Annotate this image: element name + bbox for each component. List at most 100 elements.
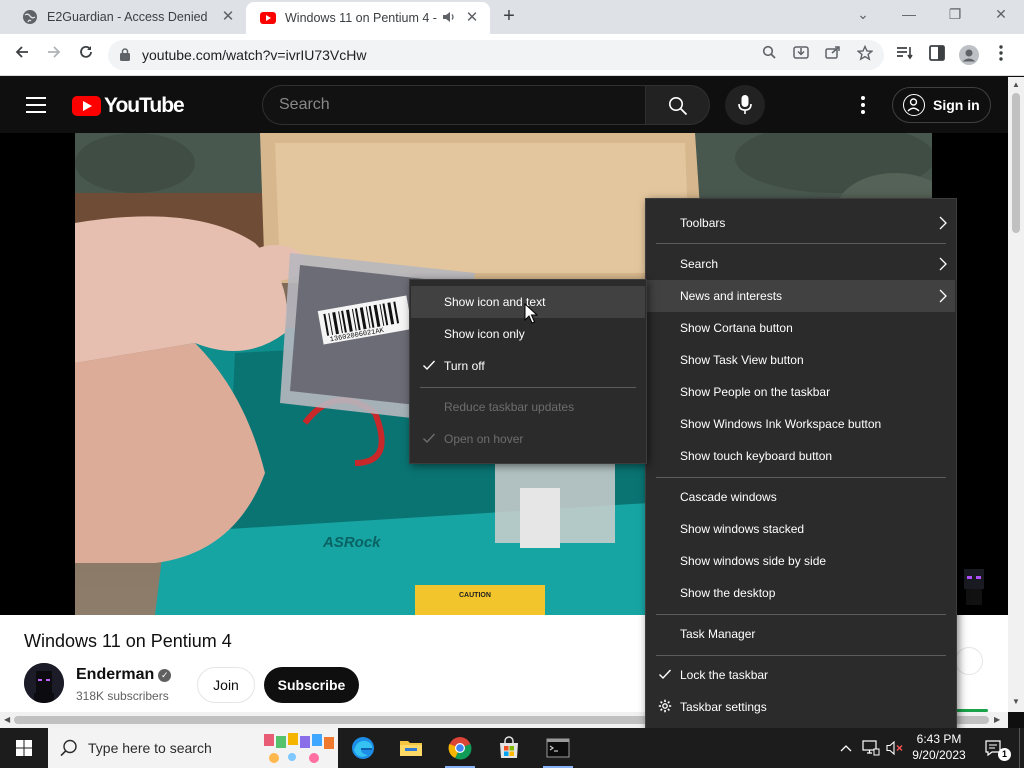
address-bar[interactable]: youtube.com/watch?v=ivrIU73VcHw: [108, 40, 884, 70]
menu-item-task-manager[interactable]: Task Manager: [647, 618, 955, 650]
network-icon[interactable]: [860, 728, 882, 768]
menu-item-show-cortana[interactable]: Show Cortana button: [647, 312, 955, 344]
zoom-search-icon[interactable]: [758, 45, 780, 65]
sign-in-label: Sign in: [933, 97, 980, 113]
menu-item-show-ink-workspace[interactable]: Show Windows Ink Workspace button: [647, 408, 955, 440]
submenu-item-reduce-taskbar-updates: Reduce taskbar updates: [411, 391, 645, 423]
close-tab-icon[interactable]: ✕: [464, 10, 480, 26]
channel-watermark[interactable]: [958, 563, 990, 607]
scroll-right-arrow-icon[interactable]: ▶: [994, 715, 1000, 724]
minimize-button[interactable]: —: [886, 0, 932, 30]
submenu-item-turn-off[interactable]: Turn off: [411, 350, 645, 382]
share-icon[interactable]: [822, 45, 844, 65]
back-button[interactable]: [9, 42, 35, 68]
video-title: Windows 11 on Pentium 4: [24, 631, 232, 651]
notification-badge: 1: [998, 748, 1011, 761]
clock-date: 9/20/2023: [912, 748, 966, 762]
taskbar-search-box[interactable]: Type here to search: [48, 728, 338, 768]
menu-item-show-people[interactable]: Show People on the taskbar: [647, 376, 955, 408]
menu-item-label: Taskbar settings: [680, 700, 767, 714]
youtube-search-button[interactable]: [646, 85, 710, 125]
reading-list-icon[interactable]: [894, 45, 916, 65]
youtube-search-input[interactable]: [262, 85, 646, 125]
menu-item-label: Turn off: [444, 359, 485, 373]
side-panel-icon[interactable]: [926, 45, 948, 65]
forward-button[interactable]: [41, 42, 67, 68]
menu-item-label: Reduce taskbar updates: [444, 400, 575, 414]
profile-avatar-icon[interactable]: [958, 45, 980, 65]
lock-icon[interactable]: [120, 48, 130, 66]
edge-icon[interactable]: [349, 734, 377, 762]
new-tab-button[interactable]: +: [498, 6, 520, 28]
tab-search-chevron-icon[interactable]: ⌄: [840, 0, 886, 30]
submenu-item-open-on-hover: Open on hover: [411, 423, 645, 455]
scroll-down-arrow-icon[interactable]: ▼: [1012, 697, 1020, 706]
browser-menu-icon[interactable]: [990, 45, 1012, 65]
menu-item-label: Show icon only: [444, 327, 525, 341]
close-window-button[interactable]: ✕: [978, 0, 1024, 30]
show-desktop-button[interactable]: [1019, 728, 1024, 768]
terminal-icon[interactable]: [544, 734, 572, 762]
clock-time: 6:43 PM: [916, 732, 962, 746]
audio-playing-icon[interactable]: [442, 11, 456, 26]
vertical-scrollbar[interactable]: ▲ ▼: [1008, 77, 1024, 712]
submenu-arrow-icon: [939, 289, 947, 303]
subscribe-button[interactable]: Subscribe: [264, 667, 359, 703]
menu-item-label: Lock the taskbar: [680, 668, 769, 682]
bookmark-star-icon[interactable]: [854, 44, 876, 65]
file-explorer-icon[interactable]: [397, 734, 425, 762]
guide-menu-icon[interactable]: [26, 97, 46, 118]
scroll-left-arrow-icon[interactable]: ◀: [4, 715, 10, 724]
tab-title: Windows 11 on Pentium 4 -: [285, 11, 437, 25]
voice-search-button[interactable]: [725, 85, 765, 125]
channel-name[interactable]: Enderman ✓: [76, 666, 172, 684]
menu-item-label: Show Cortana button: [680, 321, 793, 335]
account-icon: [903, 94, 925, 116]
search-highlight-icon: [264, 733, 334, 763]
restore-button[interactable]: ❐: [932, 0, 978, 30]
verified-check-icon: ✓: [158, 669, 172, 682]
menu-item-lock-taskbar[interactable]: Lock the taskbar: [647, 659, 955, 691]
channel-name-text: Enderman: [76, 666, 155, 683]
windows-logo-icon: [16, 740, 32, 756]
youtube-favicon-icon: [260, 10, 276, 26]
youtube-logo[interactable]: YouTube: [72, 94, 185, 118]
show-hidden-icons-chevron-icon[interactable]: [836, 728, 856, 768]
url-text: youtube.com/watch?v=ivrIU73VcHw: [142, 47, 367, 63]
store-icon[interactable]: [495, 734, 523, 762]
gear-icon: [658, 699, 672, 713]
join-button[interactable]: Join: [197, 667, 255, 703]
browser-tab-strip: E2Guardian - Access Denied ✕ Windows 11 …: [0, 0, 1024, 34]
menu-item-taskbar-settings[interactable]: Taskbar settings: [647, 691, 955, 723]
menu-item-show-desktop[interactable]: Show the desktop: [647, 577, 955, 609]
asrock-text: ASRock: [322, 534, 381, 551]
reload-button[interactable]: [73, 42, 99, 68]
settings-kebab-icon[interactable]: [861, 96, 867, 117]
menu-item-label: Open on hover: [444, 432, 524, 446]
sign-in-button[interactable]: Sign in: [892, 87, 991, 123]
menu-item-show-touch-keyboard[interactable]: Show touch keyboard button: [647, 440, 955, 472]
tab-youtube-video[interactable]: Windows 11 on Pentium 4 - ✕: [246, 2, 490, 34]
vertical-scroll-thumb[interactable]: [1012, 93, 1020, 233]
start-button[interactable]: [0, 728, 48, 768]
menu-item-cascade-windows[interactable]: Cascade windows: [647, 481, 955, 513]
chrome-icon[interactable]: [446, 734, 474, 762]
menu-item-show-task-view[interactable]: Show Task View button: [647, 344, 955, 376]
menu-item-toolbars[interactable]: Toolbars: [647, 207, 955, 239]
youtube-wordmark: YouTube: [104, 94, 185, 117]
menu-item-label: Show the desktop: [680, 586, 776, 600]
more-actions-button[interactable]: [955, 647, 983, 675]
menu-item-news-and-interests[interactable]: News and interests: [647, 280, 955, 312]
windows-taskbar: Type here to search 6:43 PM 9/20/2023 1: [0, 728, 1024, 768]
menu-item-search[interactable]: Search: [647, 248, 955, 280]
tab-e2guardian[interactable]: E2Guardian - Access Denied ✕: [8, 0, 246, 34]
menu-item-windows-side-by-side[interactable]: Show windows side by side: [647, 545, 955, 577]
microphone-icon: [738, 95, 752, 114]
volume-muted-icon[interactable]: [884, 728, 906, 768]
scroll-up-arrow-icon[interactable]: ▲: [1012, 80, 1020, 89]
close-tab-icon[interactable]: ✕: [220, 9, 236, 25]
channel-avatar[interactable]: [24, 663, 64, 703]
menu-item-windows-stacked[interactable]: Show windows stacked: [647, 513, 955, 545]
install-app-icon[interactable]: [790, 45, 812, 65]
system-clock[interactable]: 6:43 PM 9/20/2023: [906, 731, 972, 763]
